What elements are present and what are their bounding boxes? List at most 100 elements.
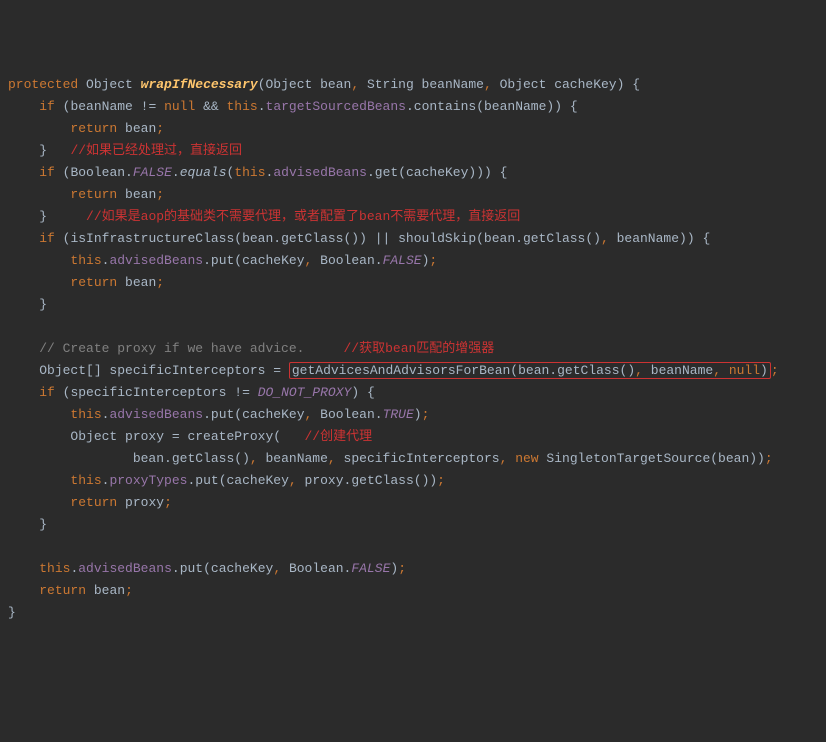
line-17: bean.getClass(), beanName, specificInter… <box>133 451 773 466</box>
line-6: return bean; <box>70 187 164 202</box>
args: (cacheKey <box>203 561 273 576</box>
keyword-if: if <box>39 231 55 246</box>
field: advisedBeans <box>78 561 172 576</box>
bool: Boolean. <box>289 561 351 576</box>
call: contains <box>414 99 476 114</box>
params: (Object bean <box>258 77 352 92</box>
keyword-if: if <box>39 385 55 400</box>
args2: () <box>620 363 636 378</box>
end: ) <box>760 363 768 378</box>
brace: { <box>500 165 508 180</box>
brace: { <box>367 385 375 400</box>
keyword-return: return <box>70 275 117 290</box>
var: proxy <box>125 495 164 510</box>
line-16: Object proxy = createProxy( //创建代理 <box>70 429 372 444</box>
cond: (beanName != <box>63 99 164 114</box>
call: getAdvicesAndAdvisorsForBean <box>292 363 510 378</box>
keyword-if: if <box>39 165 55 180</box>
line-10: return bean; <box>70 275 164 290</box>
getclass: getClass <box>281 231 343 246</box>
line-2: if (beanName != null && this.targetSourc… <box>39 99 577 114</box>
brace: } <box>39 209 47 224</box>
this: this <box>234 165 265 180</box>
line-22: return bean; <box>39 583 133 598</box>
field: targetSourcedBeans <box>266 99 406 114</box>
args: (cacheKey <box>234 253 304 268</box>
put: put <box>195 473 218 488</box>
var: bean <box>125 121 156 136</box>
const-false: FALSE <box>133 165 172 180</box>
line-20: } <box>39 517 47 532</box>
args: (cacheKey))) <box>398 165 492 180</box>
comment-red: //如果是aop的基础类不需要代理，或者配置了bean不需要代理，直接返回 <box>86 209 520 224</box>
cond2: ()) || shouldSkip(bean. <box>344 231 523 246</box>
brace: { <box>632 77 640 92</box>
equals-call: equals <box>180 165 227 180</box>
line-3: return bean; <box>70 121 164 136</box>
brace: } <box>39 143 47 158</box>
line-1: protected Object wrapIfNecessary(Object … <box>8 77 640 92</box>
end: ) <box>414 407 422 422</box>
keyword-return: return <box>39 583 86 598</box>
c2: () <box>234 451 250 466</box>
si: specificInterceptors <box>344 451 500 466</box>
const-false: FALSE <box>383 253 422 268</box>
bool: Boolean. <box>320 253 382 268</box>
const-false: FALSE <box>351 561 390 576</box>
getclass: getClass <box>172 451 234 466</box>
code-block: protected Object wrapIfNecessary(Object … <box>8 74 826 624</box>
keyword-if: if <box>39 99 55 114</box>
keyword-new: new <box>515 451 538 466</box>
keyword-return: return <box>70 495 117 510</box>
field: advisedBeans <box>109 253 203 268</box>
line-12: // Create proxy if we have advice. //获取b… <box>39 341 494 356</box>
getclass2: getClass <box>523 231 585 246</box>
comment: // Create proxy if we have advice. <box>39 341 304 356</box>
decl: Object proxy = createProxy( <box>70 429 281 444</box>
c1: bean. <box>133 451 172 466</box>
const-true: TRUE <box>383 407 414 422</box>
this: this <box>227 99 258 114</box>
cond1: (isInfrastructureClass(bean. <box>63 231 281 246</box>
line-15: this.advisedBeans.put(cacheKey, Boolean.… <box>70 407 429 422</box>
put: put <box>180 561 203 576</box>
put: put <box>211 407 234 422</box>
this: this <box>70 407 101 422</box>
end: ()) <box>414 473 437 488</box>
keyword-protected: protected <box>8 77 78 92</box>
proxy: proxy. <box>305 473 352 488</box>
this: this <box>70 473 101 488</box>
decl: Object[] specificInterceptors = <box>39 363 289 378</box>
this: this <box>70 253 101 268</box>
line-18: this.proxyTypes.put(cacheKey, proxy.getC… <box>70 473 445 488</box>
args: (bean)) <box>710 451 765 466</box>
this: this <box>39 561 70 576</box>
const-donotproxy: DO_NOT_PROXY <box>258 385 352 400</box>
cond4: )) <box>679 231 695 246</box>
args1: (bean. <box>510 363 557 378</box>
method-name: wrapIfNecessary <box>141 77 258 92</box>
beanname: beanName <box>266 451 328 466</box>
field: advisedBeans <box>273 165 367 180</box>
highlight-box: getAdvicesAndAdvisorsForBean(bean.getCla… <box>289 362 771 379</box>
beanname: beanName <box>617 231 679 246</box>
args: (beanName)) <box>476 99 562 114</box>
line-5: if (Boolean.FALSE.equals(this.advisedBea… <box>39 165 507 180</box>
param3: Object cacheKey) <box>500 77 625 92</box>
line-23: } <box>8 605 16 620</box>
brace: } <box>39 297 47 312</box>
line-4: } //如果已经处理过，直接返回 <box>39 143 242 158</box>
cond: (specificInterceptors != <box>63 385 258 400</box>
beanname: beanName <box>651 363 713 378</box>
param2: String beanName <box>367 77 484 92</box>
line-8: if (isInfrastructureClass(bean.getClass(… <box>39 231 710 246</box>
line-13: Object[] specificInterceptors = getAdvic… <box>39 362 778 379</box>
getclass: getClass <box>557 363 619 378</box>
brace: } <box>8 605 16 620</box>
keyword-return: return <box>70 187 117 202</box>
var: bean <box>94 583 125 598</box>
field: advisedBeans <box>109 407 203 422</box>
null: null <box>729 363 760 378</box>
put: put <box>211 253 234 268</box>
keyword-return: return <box>70 121 117 136</box>
